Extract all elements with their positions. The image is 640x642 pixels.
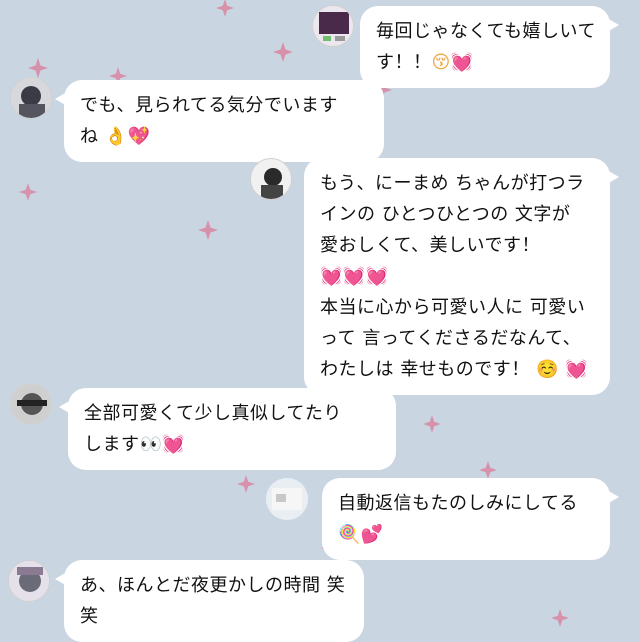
star-decoration xyxy=(423,415,441,433)
star-decoration xyxy=(216,0,234,17)
heart-emoji: 💓 xyxy=(320,266,343,287)
message-text: ね xyxy=(80,126,99,147)
lollipop-emoji: 🍭 xyxy=(338,524,361,545)
message-text: って 言ってくださるだなんて、 xyxy=(320,328,582,349)
message-text: す！！ xyxy=(376,52,432,73)
avatar-image xyxy=(9,561,49,601)
avatar-photo[interactable] xyxy=(266,478,308,520)
star-decoration xyxy=(198,220,218,240)
message-text: 本当に心から可愛い人に 可愛い xyxy=(320,297,586,318)
avatar-image xyxy=(313,6,353,46)
sparkling-heart-emoji: 💖 xyxy=(127,126,151,147)
message-bubble-outgoing[interactable]: 自動返信もたのしみにしてる 🍭💕 xyxy=(322,478,619,560)
message-bubble-outgoing[interactable]: 毎回じゃなくても嬉しいて す！！😚💓 xyxy=(360,6,619,88)
avatar-photo[interactable] xyxy=(10,77,52,119)
star-decoration xyxy=(273,42,293,62)
message-text: あ、ほんとだ夜更かしの時間 笑 xyxy=(80,575,346,596)
message-text: します xyxy=(84,434,140,455)
message-text: インの ひとつひとつの 文字が xyxy=(320,204,571,225)
two-hearts-emoji: 💕 xyxy=(360,524,384,545)
smiling-face-emoji: ☺️ xyxy=(535,359,559,380)
message-text: 全部可愛くて少し真似してたり xyxy=(84,403,342,424)
star-decoration xyxy=(28,58,48,78)
ok-hand-emoji: 👌 xyxy=(104,126,128,147)
message-bubble-outgoing[interactable]: もう、にーまめ ちゃんが打つラ インの ひとつひとつの 文字が 愛おしくて、美し… xyxy=(304,158,619,395)
heart-emoji: 💓 xyxy=(365,266,389,287)
message-text: もう、にーまめ ちゃんが打つラ xyxy=(320,173,585,194)
avatar-image xyxy=(251,159,291,199)
star-decoration xyxy=(479,461,497,479)
heart-emoji: 💓 xyxy=(342,266,366,287)
star-decoration xyxy=(237,475,255,493)
avatar-photo[interactable] xyxy=(312,5,354,47)
message-text: 毎回じゃなくても嬉しいて xyxy=(376,21,597,42)
star-decoration xyxy=(551,609,569,627)
avatar-photo[interactable] xyxy=(10,383,52,425)
message-text: 自動返信もたのしみにしてる xyxy=(338,493,578,514)
avatar-photo[interactable] xyxy=(8,560,50,602)
avatar-image xyxy=(11,384,51,424)
kissing-face-emoji: 😚 xyxy=(431,52,451,73)
avatar-image xyxy=(11,78,51,118)
message-bubble-incoming[interactable]: でも、見られてる気分でいます ね 👌💖 xyxy=(55,80,384,162)
heart-emoji: 💓 xyxy=(162,434,186,455)
avatar-photo[interactable] xyxy=(250,158,292,200)
eyes-emoji: 👀 xyxy=(139,434,163,455)
message-text: 愛おしくて、美しいです！ xyxy=(320,235,541,256)
avatar-image xyxy=(266,478,308,520)
message-text: でも、見られてる気分でいます xyxy=(80,95,338,116)
message-bubble-incoming[interactable]: 全部可愛くて少し真似してたり します👀💓 xyxy=(59,388,396,470)
heart-emoji: 💓 xyxy=(565,359,589,380)
star-decoration xyxy=(19,183,37,201)
message-bubble-incoming[interactable]: あ、ほんとだ夜更かしの時間 笑 笑 xyxy=(55,560,364,642)
message-text: 笑 xyxy=(80,606,99,627)
heart-emoji: 💓 xyxy=(450,52,474,73)
message-text: わたしは 幸せものです！ xyxy=(320,359,530,380)
